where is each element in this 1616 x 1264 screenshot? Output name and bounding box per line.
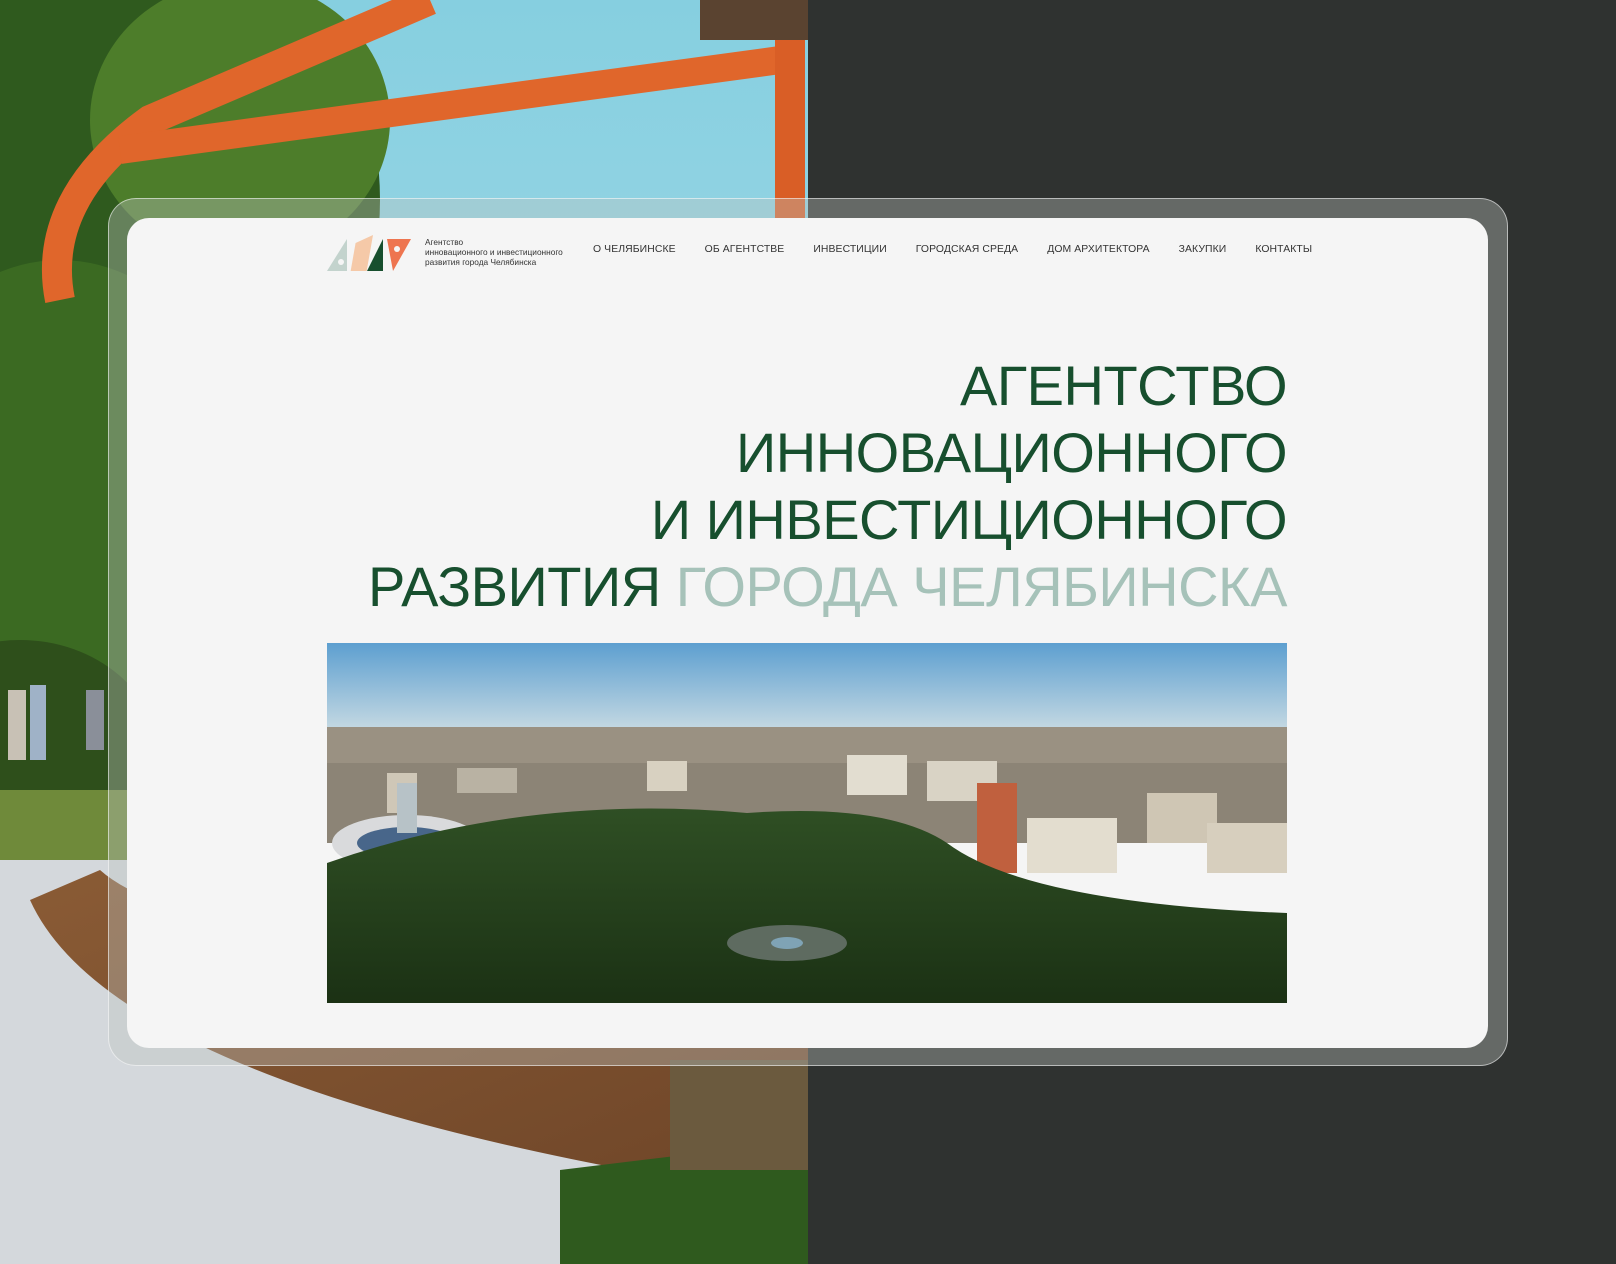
nav-item-investments[interactable]: ИНВЕСТИЦИИ: [813, 244, 886, 255]
agency-name-line: развития города Челябинска: [425, 257, 537, 267]
nav-item-procurement[interactable]: ЗАКУПКИ: [1179, 244, 1227, 255]
hero-title: АГЕНТСТВО ИННОВАЦИОННОГО И ИНВЕСТИЦИОННО…: [368, 352, 1287, 620]
hero-line-4: РАЗВИТИЯ ГОРОДА ЧЕЛЯБИНСКА: [368, 553, 1287, 620]
website-screen: Агентство инновационного и инвестиционно…: [127, 218, 1488, 1048]
main-nav: О ЧЕЛЯБИНСКЕ ОБ АГЕНТСТВЕ ИНВЕСТИЦИИ ГОР…: [593, 244, 1312, 255]
nav-item-about-chelyabinsk[interactable]: О ЧЕЛЯБИНСКЕ: [593, 244, 676, 255]
hero-line-4-dark: РАЗВИТИЯ: [368, 555, 661, 618]
nav-item-urban-environment[interactable]: ГОРОДСКАЯ СРЕДА: [916, 244, 1018, 255]
hero-line-1: АГЕНТСТВО: [959, 354, 1288, 417]
agency-name-line: Агентство: [425, 237, 464, 247]
agency-name[interactable]: Агентство инновационного и инвестиционно…: [425, 237, 575, 267]
nav-item-architect-house[interactable]: ДОМ АРХИТЕКТОРА: [1047, 244, 1149, 255]
hero-line-3: И ИНВЕСТИЦИОННОГО: [650, 488, 1288, 551]
agency-name-line: инновационного и инвестиционного: [425, 247, 563, 257]
nav-item-about-agency[interactable]: ОБ АГЕНТСТВЕ: [705, 244, 785, 255]
hero-line-2: ИННОВАЦИОННОГО: [736, 421, 1287, 484]
agency-logo-icon[interactable]: [327, 235, 411, 271]
nav-item-contacts[interactable]: КОНТАКТЫ: [1255, 244, 1312, 255]
hero-line-4-light: ГОРОДА ЧЕЛЯБИНСКА: [675, 555, 1288, 618]
city-aerial-photo: [327, 643, 1287, 1003]
